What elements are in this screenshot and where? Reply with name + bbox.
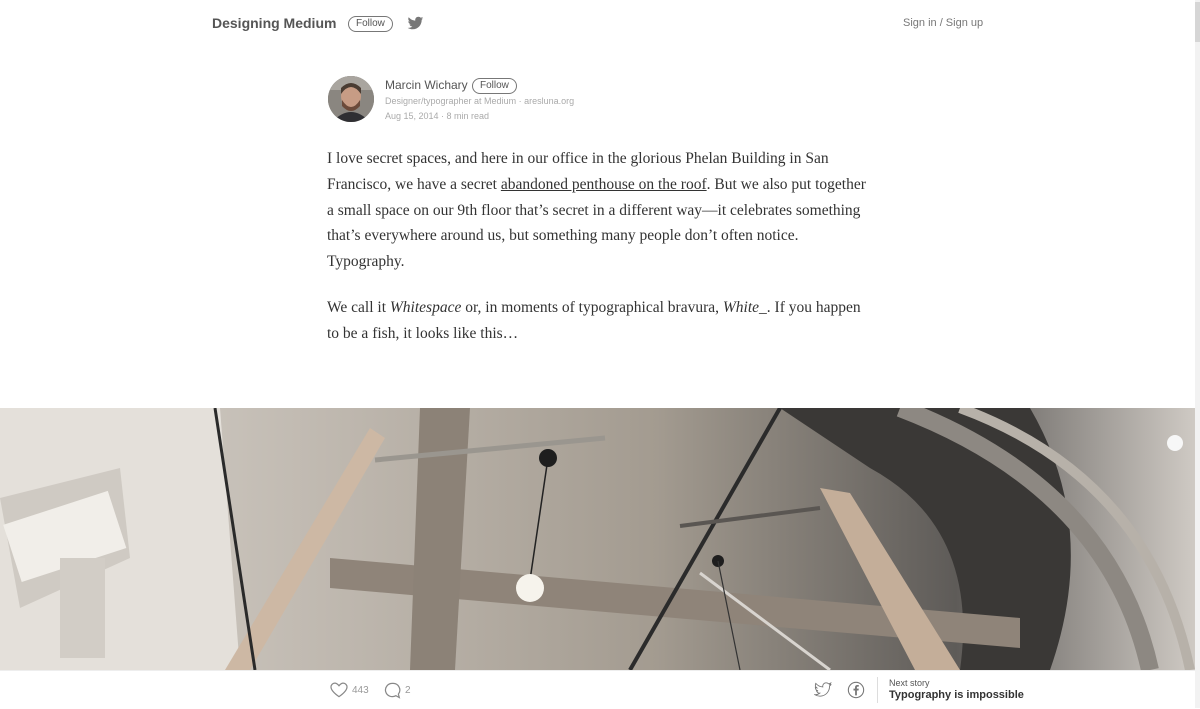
author-bio: Designer/typographer at Medium · areslun… [385,96,575,106]
next-story-divider [877,677,878,703]
comment-icon[interactable] [384,682,401,699]
scrollbar-thumb[interactable] [1195,2,1200,42]
author-photo [328,76,374,122]
article-paragraph-1: I love secret spaces, and here in our of… [327,146,875,275]
comment-count: 2 [405,685,411,696]
next-story-title[interactable]: Typography is impossible [889,689,1024,701]
paragraph-text: or, in moments of typographical bravura, [461,298,723,316]
ceiling-photo [0,408,1195,670]
article-hero-image [0,408,1195,670]
article-body: I love secret spaces, and here in our of… [327,146,875,367]
bottom-action-bar: 443 2 Next story Typography is impossibl… [0,670,1195,709]
penthouse-link[interactable]: abandoned penthouse on the roof [501,176,707,193]
article-paragraph-2: We call it Whitespace or, in moments of … [327,295,875,347]
heart-icon[interactable] [330,682,348,698]
paragraph-text: We call it [327,298,390,316]
signin-signup-link[interactable]: Sign in / Sign up [903,17,983,29]
next-story-label: Next story [889,678,930,688]
scrollbar-track[interactable] [1195,0,1200,708]
twitter-icon[interactable] [407,16,424,31]
author-name[interactable]: Marcin Wichary [385,78,468,92]
facebook-share-icon[interactable] [847,681,865,699]
publication-follow-button[interactable]: Follow [348,16,393,32]
author-avatar[interactable] [328,76,374,122]
top-navigation-bar: Designing Medium Follow Sign in / Sign u… [0,0,1200,48]
post-date-readtime: Aug 15, 2014 · 8 min read [385,111,490,121]
publication-title[interactable]: Designing Medium [212,15,336,31]
like-count: 443 [352,685,369,696]
emphasis-whitespace: Whitespace [389,298,462,316]
author-follow-button[interactable]: Follow [472,78,517,94]
emphasis-white: White_ [722,298,767,316]
twitter-share-icon[interactable] [814,682,832,698]
